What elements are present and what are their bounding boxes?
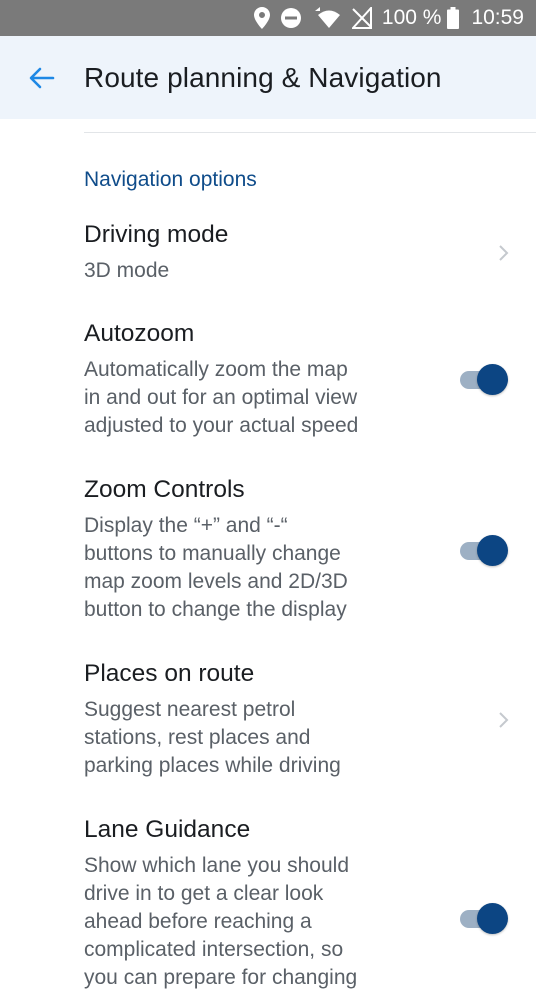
location-icon (253, 7, 270, 29)
battery-icon (447, 7, 460, 29)
divider (84, 132, 536, 133)
setting-value: 3D mode (84, 259, 170, 282)
setting-description: Show which lane you should drive in to g… (84, 854, 358, 989)
setting-title: Autozoom (84, 320, 195, 347)
do-not-disturb-icon (280, 7, 302, 29)
back-button[interactable] (0, 36, 84, 119)
setting-description: Suggest nearest petrol stations, rest pl… (84, 698, 341, 777)
setting-title: Places on route (84, 660, 255, 687)
wifi-icon (312, 7, 342, 29)
setting-title: Lane Guidance (84, 816, 251, 843)
zoom-controls-toggle[interactable] (458, 535, 508, 567)
app-bar: Route planning & Navigation (0, 36, 536, 119)
setting-title: Zoom Controls (84, 476, 245, 503)
chevron-right-icon (499, 245, 509, 261)
toggle-knob (477, 903, 508, 934)
toggle-knob (477, 364, 508, 395)
clock: 10:59 (471, 6, 524, 29)
setting-driving-mode[interactable]: Driving mode 3D mode (84, 219, 536, 285)
back-arrow-icon (29, 67, 55, 88)
toggle-knob (477, 535, 508, 566)
lane-guidance-toggle[interactable] (458, 903, 508, 935)
page-title: Route planning & Navigation (84, 61, 442, 93)
autozoom-toggle[interactable] (458, 364, 508, 396)
chevron-right-icon (499, 712, 509, 728)
battery-percent: 100 % (381, 6, 442, 29)
battery-status: 100 % (382, 6, 460, 30)
section-title: Navigation options (84, 168, 257, 191)
setting-title: Driving mode (84, 221, 229, 248)
setting-description: Display the “+” and “-“ buttons to manua… (84, 514, 348, 621)
setting-description: Automatically zoom the map in and out fo… (84, 358, 359, 437)
setting-places-on-route[interactable]: Places on route Suggest nearest petrol s… (84, 658, 536, 780)
status-bar: 100 % 10:59 (0, 0, 536, 36)
no-signal-icon (351, 7, 372, 29)
